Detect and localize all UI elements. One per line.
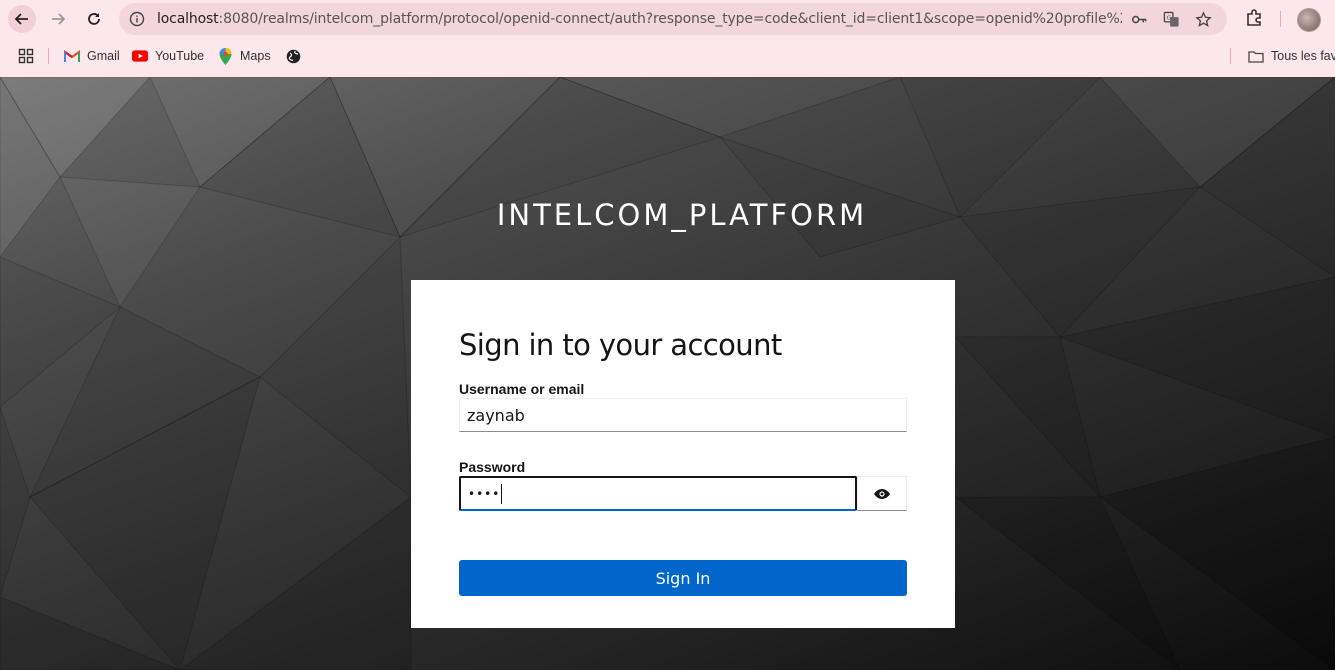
toolbar-divider	[1280, 11, 1281, 27]
extensions-icon[interactable]	[1244, 8, 1264, 28]
browser-toolbar: localhost:8080/realms/intelcom_platform/…	[0, 0, 1335, 38]
maps-icon	[217, 47, 233, 65]
all-bookmarks-button[interactable]: Tous les favo	[1248, 47, 1335, 65]
bookmark-label: Gmail	[87, 49, 120, 63]
url-host: localhost	[157, 11, 219, 27]
svg-text:G: G	[1166, 15, 1170, 21]
youtube-icon	[132, 48, 148, 64]
arrow-left-icon	[14, 13, 28, 25]
apps-button[interactable]	[18, 47, 41, 65]
bookmark-youtube[interactable]: YouTube	[132, 47, 204, 65]
login-card: Sign in to your account Username or emai…	[411, 280, 955, 628]
bookmark-maps[interactable]: Maps	[217, 47, 271, 65]
translate-icon[interactable]: G	[1162, 10, 1180, 28]
bookmark-gmail[interactable]: Gmail	[64, 47, 120, 65]
forward-button[interactable]	[44, 5, 72, 33]
reload-icon	[88, 13, 100, 25]
url-path: :8080/realms/intelcom_platform/protocol/…	[218, 11, 1123, 27]
reload-button[interactable]	[80, 5, 108, 33]
password-value: ••••	[468, 486, 501, 501]
bookmarks-bar: Gmail YouTube Maps Tous les favo	[0, 40, 1335, 72]
address-bar[interactable]: localhost:8080/realms/intelcom_platform/…	[119, 3, 1227, 35]
password-key-icon[interactable]	[1130, 10, 1148, 28]
bookmark-globe[interactable]	[285, 47, 308, 65]
globe-icon	[285, 48, 301, 64]
bookmark-label: Maps	[240, 49, 271, 63]
show-password-button[interactable]	[857, 476, 907, 511]
url-text: localhost:8080/realms/intelcom_platform/…	[157, 11, 1122, 27]
bookmark-label: YouTube	[155, 49, 205, 63]
profile-avatar[interactable]	[1297, 8, 1321, 32]
text-caret	[501, 483, 503, 504]
username-label: Username or email	[459, 381, 585, 397]
bookmarks-divider	[48, 48, 49, 64]
site-info-icon[interactable]	[128, 10, 146, 28]
arrow-right-icon	[52, 13, 66, 25]
username-value: zaynab	[467, 405, 525, 425]
apps-grid-icon	[18, 48, 34, 64]
realm-title: INTELCOM_PLATFORM	[496, 198, 868, 232]
bookmark-star-icon[interactable]	[1194, 10, 1212, 28]
back-button[interactable]	[8, 5, 36, 33]
gmail-icon	[64, 48, 80, 64]
sign-in-button[interactable]: Sign In	[459, 560, 907, 596]
eye-icon	[874, 488, 890, 499]
password-input[interactable]: ••••	[459, 476, 857, 511]
username-input[interactable]: zaynab	[459, 398, 907, 432]
folder-icon	[1248, 48, 1264, 64]
browser-chrome: localhost:8080/realms/intelcom_platform/…	[0, 0, 1335, 77]
card-title: Sign in to your account	[459, 328, 782, 362]
password-label: Password	[459, 459, 526, 475]
bookmarks-right-divider	[1230, 48, 1231, 64]
login-page: INTELCOM_PLATFORM Sign in to your accoun…	[0, 77, 1335, 670]
all-bookmarks-label: Tous les favo	[1271, 49, 1335, 63]
